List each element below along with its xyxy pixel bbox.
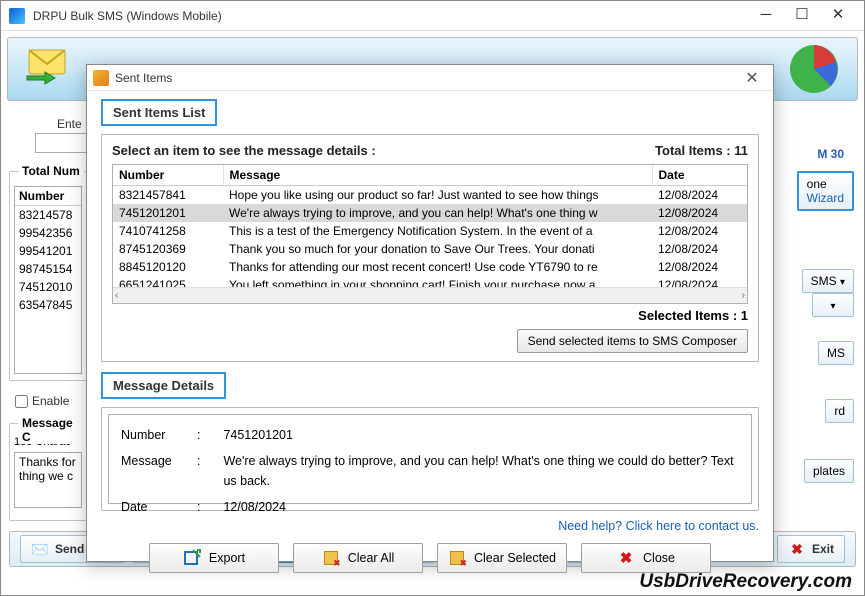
bg-number-group: Total Num Number 83214578 99542356 99541… [9, 171, 87, 381]
sent-items-list-label: Sent Items List [101, 99, 217, 126]
detail-message-label: Message [121, 451, 189, 491]
bg-row-0: 83214578 [15, 206, 81, 224]
cell-message: Hope you like using our product so far! … [223, 186, 652, 205]
details-box: Number: 7451201201 Message: We're always… [108, 414, 752, 504]
bg-enable-checkbox-input[interactable] [15, 395, 28, 408]
main-body: Ente Total Num Number 83214578 99542356 … [1, 31, 864, 595]
cell-message: This is a test of the Emergency Notifica… [223, 222, 652, 240]
bg-sms-dropdown-1[interactable]: SMS ▾ [802, 269, 854, 293]
exit-button[interactable]: ✖Exit [777, 535, 845, 563]
detail-date-value: 12/08/2024 [223, 497, 286, 517]
bg-message-group: Message C 133 Charac Thanks for thing we… [9, 423, 87, 521]
help-link[interactable]: Need help? Click here to contact us. [101, 519, 759, 533]
bg-col-number: Number [15, 187, 81, 206]
close-button[interactable]: Close [581, 543, 711, 573]
dialog-button-row: Export Clear All Clear Selected Close [101, 543, 759, 573]
table-row[interactable]: 8745120369Thank you so much for your don… [113, 240, 747, 258]
table-row[interactable]: 7410741258This is a test of the Emergenc… [113, 222, 747, 240]
table-row[interactable]: 7451201201We're always trying to improve… [113, 204, 747, 222]
bg-number-list: Number 83214578 99542356 99541201 987451… [14, 186, 82, 374]
send-to-composer-button[interactable]: Send selected items to SMS Composer [517, 329, 748, 353]
minimize-button[interactable]: ─ [748, 4, 784, 28]
cell-date: 12/08/2024 [652, 240, 747, 258]
bg-enter-label: Ente [57, 117, 82, 131]
message-details-label: Message Details [101, 372, 226, 399]
table-row[interactable]: 8321457841Hope you like using our produc… [113, 186, 747, 205]
maximize-button[interactable]: ☐ [784, 4, 820, 28]
total-items-label: Total Items : 11 [655, 143, 748, 158]
cell-number: 8321457841 [113, 186, 223, 205]
list-panel: Select an item to see the message detail… [101, 134, 759, 362]
bg-total-num-label: Total Num [18, 164, 84, 178]
bg-plates-btn[interactable]: plates [804, 459, 854, 483]
cell-message: Thank you so much for your donation to S… [223, 240, 652, 258]
bg-row-1: 99542356 [15, 224, 81, 242]
detail-number-value: 7451201201 [223, 425, 293, 445]
clear-all-button[interactable]: Clear All [293, 543, 423, 573]
dialog-close-button[interactable]: ✕ [737, 68, 767, 88]
bg-rd-btn[interactable]: rd [825, 399, 854, 423]
bg-enable-checkbox[interactable]: Enable [15, 394, 69, 408]
bg-msg-c-label: Message C [18, 416, 86, 444]
detail-date-label: Date [121, 497, 189, 517]
dialog-body: Sent Items List Select an item to see th… [87, 91, 773, 561]
clear-selected-icon [448, 549, 466, 567]
pie-chart-icon [787, 42, 842, 97]
bg-sms-dropdown-2[interactable]: ▾ [812, 293, 854, 317]
close-icon [617, 549, 635, 567]
close-window-button[interactable]: ✕ [820, 4, 856, 28]
bg-row-5: 63547845 [15, 296, 81, 314]
selected-items-label: Selected Items : 1 [112, 308, 748, 323]
scroll-left-icon[interactable]: ‹ [115, 290, 118, 301]
detail-message-value: We're always trying to improve, and you … [223, 451, 739, 491]
bg-row-3: 98745154 [15, 260, 81, 278]
bg-row-2: 99541201 [15, 242, 81, 260]
table-row[interactable]: 8845120120Thanks for attending our most … [113, 258, 747, 276]
export-button[interactable]: Export [149, 543, 279, 573]
instruction-text: Select an item to see the message detail… [112, 143, 376, 158]
cell-number: 7451201201 [113, 204, 223, 222]
horizontal-scrollbar[interactable]: ‹ › [113, 287, 747, 303]
scroll-right-icon[interactable]: › [742, 290, 745, 301]
bg-phone-wizard[interactable]: one Wizard [797, 171, 854, 211]
col-message[interactable]: Message [223, 165, 652, 186]
detail-number-label: Number [121, 425, 189, 445]
cell-message: Thanks for attending our most recent con… [223, 258, 652, 276]
exit-icon: ✖ [788, 540, 806, 558]
dialog-titlebar: Sent Items ✕ [87, 65, 773, 91]
bg-msg-textarea[interactable]: Thanks for thing we c [14, 452, 82, 508]
titlebar: DRPU Bulk SMS (Windows Mobile) ─ ☐ ✕ [1, 1, 864, 31]
app-icon [9, 8, 25, 24]
bg-row-4: 74512010 [15, 278, 81, 296]
bg-enter-input[interactable] [35, 133, 87, 153]
watermark: UsbDriveRecovery.com [639, 571, 852, 593]
cell-date: 12/08/2024 [652, 222, 747, 240]
cell-number: 7410741258 [113, 222, 223, 240]
clear-selected-button[interactable]: Clear Selected [437, 543, 567, 573]
envelope-icon: ✉️ [31, 540, 49, 558]
cell-date: 12/08/2024 [652, 258, 747, 276]
cell-message: We're always trying to improve, and you … [223, 204, 652, 222]
sent-items-dialog: Sent Items ✕ Sent Items List Select an i… [86, 64, 774, 562]
dialog-title: Sent Items [115, 71, 737, 85]
export-icon [183, 549, 201, 567]
col-number[interactable]: Number [113, 165, 223, 186]
cell-number: 8745120369 [113, 240, 223, 258]
cell-number: 8845120120 [113, 258, 223, 276]
details-panel: Number: 7451201201 Message: We're always… [101, 407, 759, 511]
col-date[interactable]: Date [652, 165, 747, 186]
main-window: DRPU Bulk SMS (Windows Mobile) ─ ☐ ✕ Ent… [0, 0, 865, 596]
items-table[interactable]: Number Message Date 8321457841Hope you l… [112, 164, 748, 304]
cell-date: 12/08/2024 [652, 204, 747, 222]
clear-all-icon [322, 549, 340, 567]
bg-ms-btn[interactable]: MS [818, 341, 854, 365]
window-title: DRPU Bulk SMS (Windows Mobile) [33, 9, 748, 23]
cell-date: 12/08/2024 [652, 186, 747, 205]
mail-send-icon [23, 46, 73, 86]
bg-m30: M 30 [817, 147, 844, 161]
dialog-icon [93, 70, 109, 86]
